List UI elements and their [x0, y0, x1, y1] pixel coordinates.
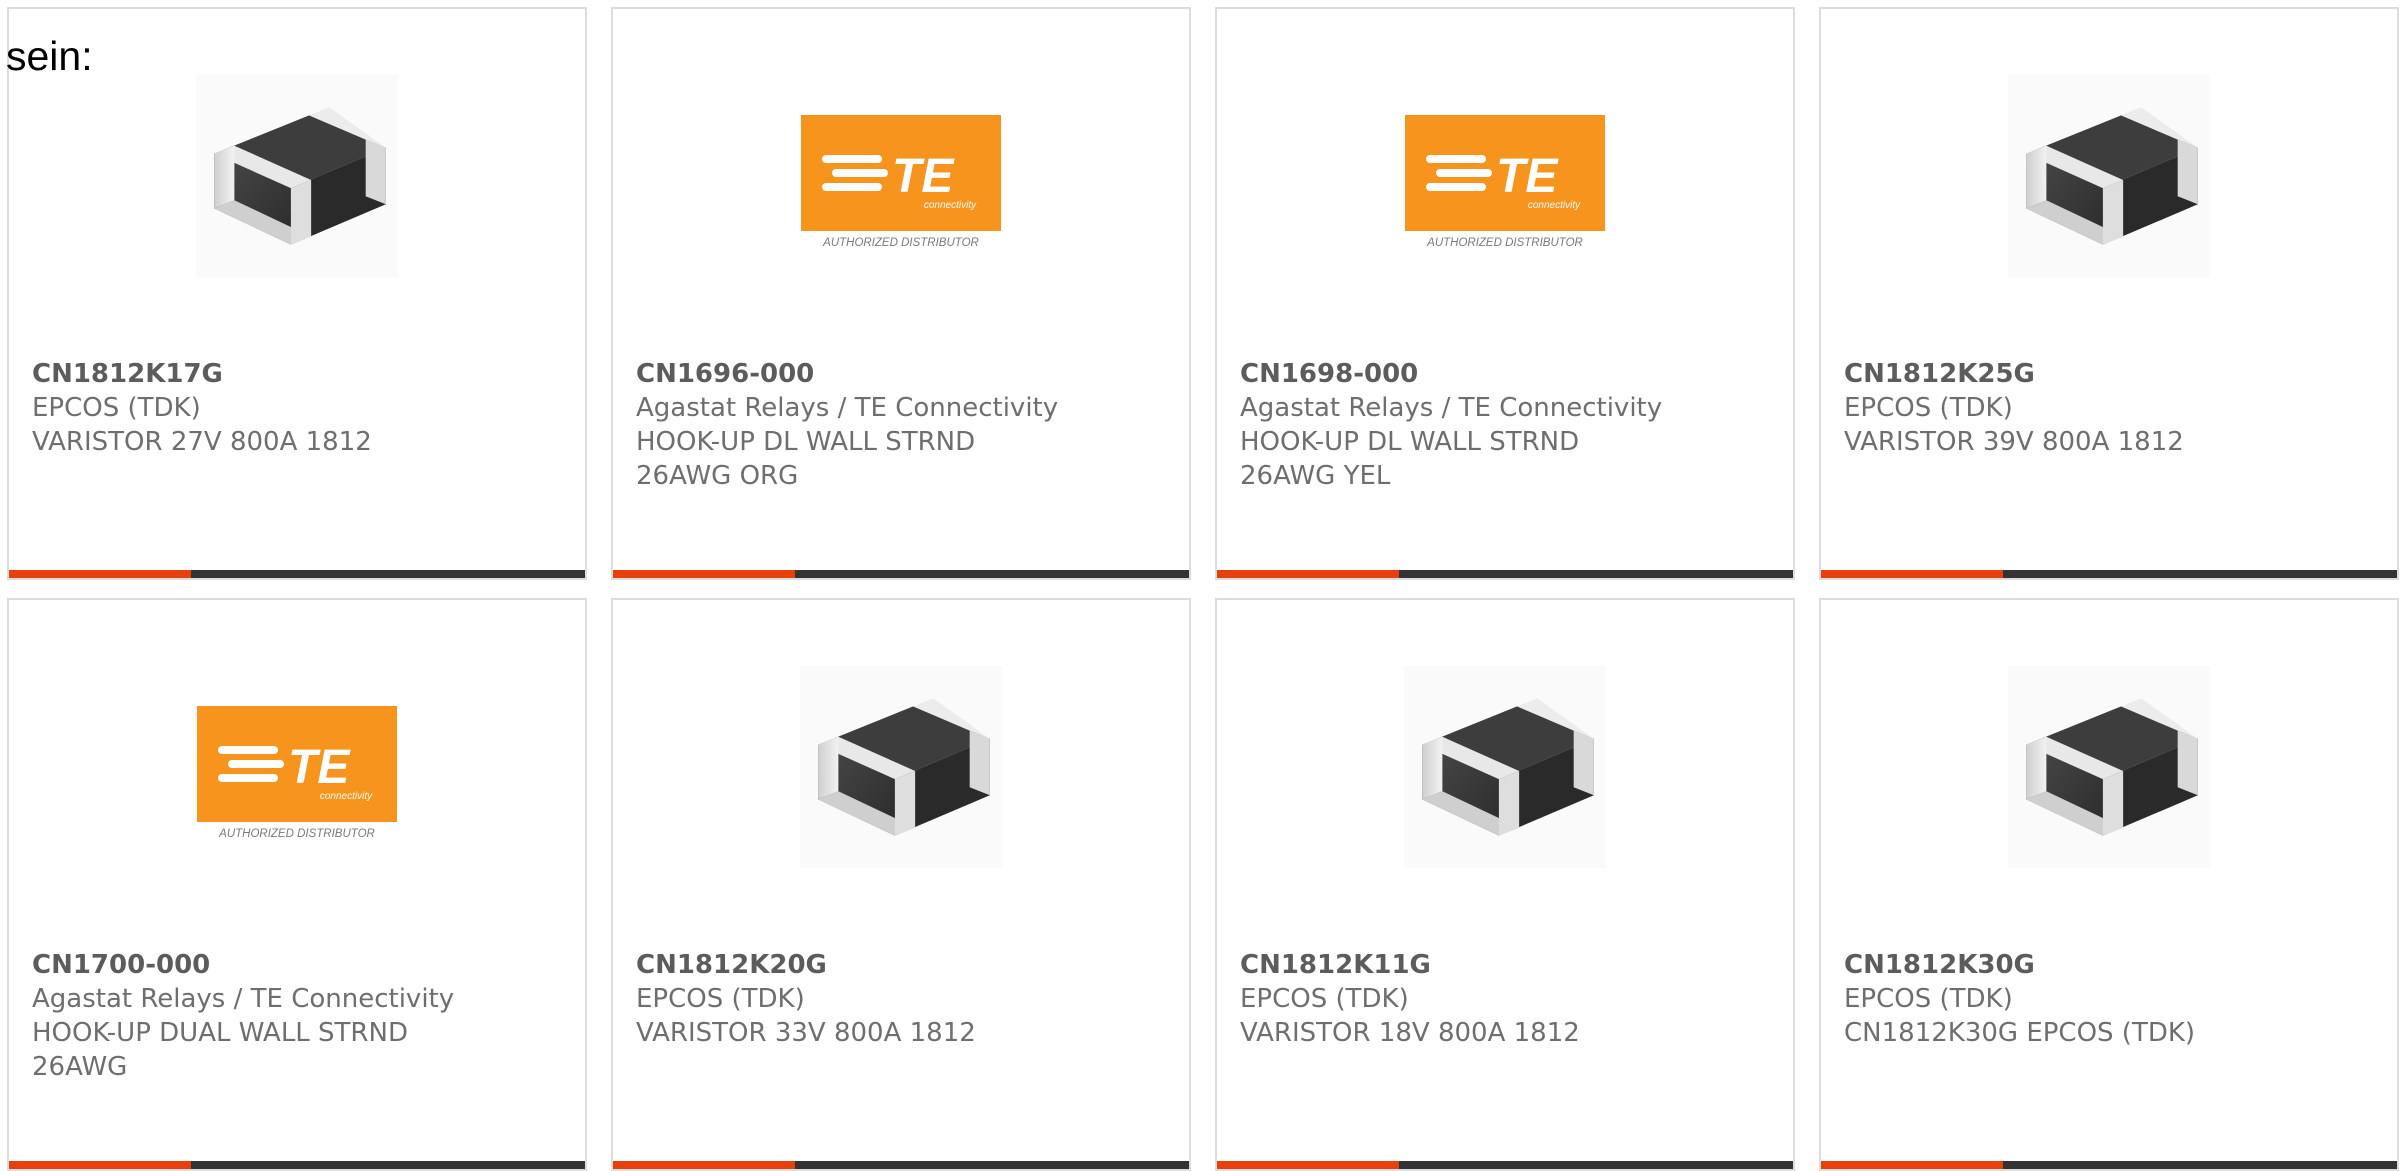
product-card[interactable]: CN1812K17G EPCOS (TDK) VARISTOR 27V 800A 1…	[7, 7, 587, 580]
card-footer-bar	[9, 1161, 585, 1169]
card-accent-bar	[1821, 1161, 2003, 1169]
card-accent-bar	[1821, 570, 2003, 578]
svg-text:connectivity: connectivity	[1528, 200, 1581, 211]
product-info: CN1696-000 Agastat Relays / TE Connectivi…	[636, 357, 1169, 493]
card-footer-bar	[1821, 570, 2397, 578]
description-line: 26AWG ORG	[636, 461, 799, 491]
svg-text:TE: TE	[288, 741, 351, 794]
product-card[interactable]: CN1812K25G EPCOS (TDK) VARISTOR 39V 800A 1…	[1819, 7, 2399, 580]
svg-text:connectivity: connectivity	[924, 200, 977, 211]
manufacturer: EPCOS (TDK)	[1844, 393, 2013, 423]
product-info: CN1812K17G EPCOS (TDK) VARISTOR 27V 800A 1…	[32, 357, 565, 459]
part-number[interactable]: CN1812K17G	[32, 357, 565, 391]
card-accent-bar	[1217, 1161, 1399, 1169]
description-line: HOOK-UP DUAL WALL STRND	[32, 1018, 408, 1048]
card-accent-bar	[613, 1161, 795, 1169]
product-card[interactable]: CN1812K20G EPCOS (TDK) VARISTOR 33V 800A 1…	[611, 598, 1191, 1171]
product-card[interactable]: TE connectivity AUTHORIZED DISTRIBUTOR CN17…	[7, 598, 587, 1171]
manufacturer: Agastat Relays / TE Connectivity	[1240, 393, 1663, 423]
card-accent-bar	[1217, 570, 1399, 578]
manufacturer: Agastat Relays / TE Connectivity	[636, 393, 1059, 423]
manufacturer: EPCOS (TDK)	[1844, 984, 2013, 1014]
card-footer-bar	[1217, 570, 1793, 578]
description-line: VARISTOR 18V 800A 1812	[1240, 1018, 1580, 1048]
smd-varistor-image[interactable]	[1404, 666, 1606, 868]
manufacturer: EPCOS (TDK)	[32, 393, 201, 423]
card-footer-bar	[1217, 1161, 1793, 1169]
part-number[interactable]: CN1812K11G	[1240, 948, 1773, 982]
svg-text:AUTHORIZED DISTRIBUTOR: AUTHORIZED DISTRIBUTOR	[1426, 237, 1583, 249]
product-card[interactable]: TE connectivity AUTHORIZED DISTRIBUTOR CN16…	[611, 7, 1191, 580]
manufacturer: EPCOS (TDK)	[1240, 984, 1409, 1014]
description-line: 26AWG YEL	[1240, 461, 1391, 491]
description-line: VARISTOR 39V 800A 1812	[1844, 427, 2184, 457]
intro-text: sein:	[6, 33, 93, 79]
description-line: VARISTOR 33V 800A 1812	[636, 1018, 976, 1048]
product-info: CN1812K20G EPCOS (TDK) VARISTOR 33V 800A 1…	[636, 948, 1169, 1050]
part-number[interactable]: CN1812K20G	[636, 948, 1169, 982]
smd-varistor-image[interactable]	[2008, 666, 2210, 868]
manufacturer: Agastat Relays / TE Connectivity	[32, 984, 455, 1014]
card-footer-bar	[9, 570, 585, 578]
product-info: CN1812K25G EPCOS (TDK) VARISTOR 39V 800A 1…	[1844, 357, 2377, 459]
product-card[interactable]: TE connectivity AUTHORIZED DISTRIBUTOR CN16…	[1215, 7, 1795, 580]
card-footer-bar	[1821, 1161, 2397, 1169]
card-accent-bar	[9, 1161, 191, 1169]
svg-text:AUTHORIZED DISTRIBUTOR: AUTHORIZED DISTRIBUTOR	[822, 237, 979, 249]
smd-varistor-image[interactable]	[2008, 75, 2210, 277]
description-line: CN1812K30G EPCOS (TDK)	[1844, 1018, 2196, 1048]
card-accent-bar	[9, 570, 191, 578]
part-number[interactable]: CN1698-000	[1240, 357, 1773, 391]
svg-text:TE: TE	[892, 150, 955, 203]
smd-varistor-image[interactable]	[800, 666, 1002, 868]
part-number[interactable]: CN1812K25G	[1844, 357, 2377, 391]
product-info: CN1700-000 Agastat Relays / TE Connectivi…	[32, 948, 565, 1084]
part-number[interactable]: CN1812K30G	[1844, 948, 2377, 982]
te-connectivity-logo[interactable]: TE connectivity AUTHORIZED DISTRIBUTOR	[1404, 75, 1606, 277]
description-line: 26AWG	[32, 1052, 128, 1082]
te-connectivity-logo[interactable]: TE connectivity AUTHORIZED DISTRIBUTOR	[800, 75, 1002, 277]
card-footer-bar	[613, 570, 1189, 578]
card-footer-bar	[613, 1161, 1189, 1169]
product-card[interactable]: CN1812K11G EPCOS (TDK) VARISTOR 18V 800A 1…	[1215, 598, 1795, 1171]
description-line: HOOK-UP DL WALL STRND	[636, 427, 976, 457]
product-info: CN1812K30G EPCOS (TDK) CN1812K30G EPCOS (T…	[1844, 948, 2377, 1050]
product-info: CN1698-000 Agastat Relays / TE Connectivi…	[1240, 357, 1773, 493]
part-number[interactable]: CN1696-000	[636, 357, 1169, 391]
svg-text:connectivity: connectivity	[320, 791, 373, 802]
product-info: CN1812K11G EPCOS (TDK) VARISTOR 18V 800A 1…	[1240, 948, 1773, 1050]
te-connectivity-logo[interactable]: TE connectivity AUTHORIZED DISTRIBUTOR	[196, 666, 398, 868]
svg-text:TE: TE	[1496, 150, 1559, 203]
svg-text:AUTHORIZED DISTRIBUTOR: AUTHORIZED DISTRIBUTOR	[218, 828, 375, 840]
description-line: HOOK-UP DL WALL STRND	[1240, 427, 1580, 457]
smd-varistor-image[interactable]	[196, 75, 398, 277]
part-number[interactable]: CN1700-000	[32, 948, 565, 982]
manufacturer: EPCOS (TDK)	[636, 984, 805, 1014]
product-card[interactable]: CN1812K30G EPCOS (TDK) CN1812K30G EPCOS (T…	[1819, 598, 2399, 1171]
description-line: VARISTOR 27V 800A 1812	[32, 427, 372, 457]
card-accent-bar	[613, 570, 795, 578]
